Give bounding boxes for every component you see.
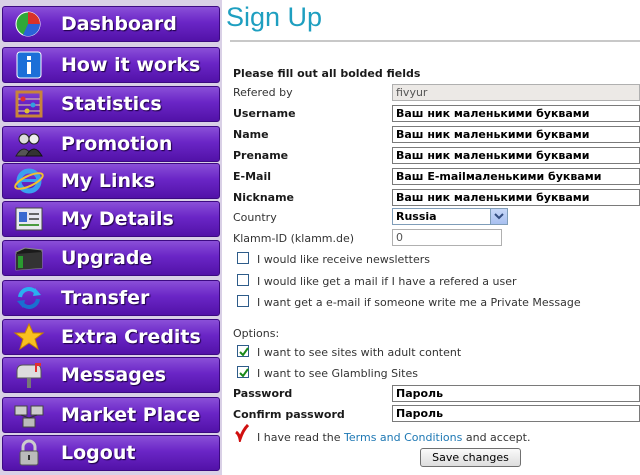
lock-icon	[13, 439, 45, 467]
adult-content-checkbox[interactable]	[237, 345, 249, 357]
adult-content-label: I want to see sites with adult content	[257, 346, 462, 359]
nickname-label: Nickname	[233, 191, 294, 204]
title-divider	[230, 40, 640, 42]
info-icon	[13, 51, 45, 79]
refered-by-field: fivyur	[392, 84, 640, 101]
options-label: Options:	[233, 327, 280, 340]
prename-label: Prename	[233, 149, 289, 162]
country-label: Country	[233, 211, 277, 224]
form-instruction: Please fill out all bolded fields	[233, 67, 421, 80]
star-icon	[13, 322, 45, 351]
sidebar-item-label: Logout	[61, 442, 136, 464]
sidebar-item-statistics[interactable]: Statistics	[2, 86, 220, 122]
pm-mail-label: I want get a e-mail if someone write me …	[257, 296, 581, 309]
sidebar-item-my-details[interactable]: My Details	[2, 201, 220, 237]
terms-suffix: and accept.	[462, 431, 531, 444]
name-field[interactable]: Ваш ник маленькими буквами	[392, 126, 640, 143]
nickname-field[interactable]: Ваш ник маленькими буквами	[392, 189, 640, 206]
sidebar-item-market-place[interactable]: Market Place	[2, 397, 220, 433]
pie-chart-icon	[13, 10, 45, 38]
card-icon	[13, 205, 45, 233]
email-label: E-Mail	[233, 170, 271, 183]
sidebar-item-promotion[interactable]: Promotion	[2, 126, 220, 162]
terms-link[interactable]: Terms and Conditions	[344, 431, 462, 444]
page-title: Sign Up	[226, 2, 323, 32]
sidebar-item-dashboard[interactable]: Dashboard	[2, 6, 220, 42]
sidebar-item-messages[interactable]: Messages	[2, 357, 220, 393]
refresh-icon	[13, 284, 45, 312]
sidebar: Dashboard How it works Statistics Promot…	[0, 0, 222, 475]
sidebar-item-extra-credits[interactable]: Extra Credits	[2, 319, 220, 355]
save-changes-button[interactable]: Save changes	[420, 448, 521, 467]
country-select[interactable]: Russia	[392, 208, 508, 225]
sidebar-item-label: Market Place	[61, 404, 201, 426]
sidebar-item-label: Messages	[61, 364, 167, 386]
referral-mail-checkbox[interactable]	[237, 274, 249, 286]
browser-icon	[13, 167, 45, 195]
sidebar-item-my-links[interactable]: My Links	[2, 163, 220, 199]
sidebar-item-label: Promotion	[61, 133, 173, 155]
sidebar-item-label: Extra Credits	[61, 326, 201, 348]
confirm-password-label: Confirm password	[233, 408, 345, 421]
sidebar-item-label: Dashboard	[61, 13, 177, 35]
required-check-icon	[235, 423, 250, 445]
sidebar-item-label: My Details	[61, 208, 174, 230]
users-icon	[13, 130, 45, 158]
terms-text: I have read the Terms and Conditions and…	[257, 431, 530, 444]
sidebar-item-transfer[interactable]: Transfer	[2, 280, 220, 316]
klamm-id-field[interactable]: 0	[392, 229, 502, 246]
sidebar-item-upgrade[interactable]: Upgrade	[2, 240, 220, 276]
sidebar-item-how-it-works[interactable]: How it works	[2, 47, 220, 83]
sidebar-item-label: Transfer	[61, 287, 150, 309]
password-field[interactable]: Пароль	[392, 385, 640, 402]
folder-icon	[13, 244, 45, 272]
gambling-label: I want to see Glambling Sites	[257, 367, 418, 380]
country-value: Russia	[396, 210, 437, 223]
newsletter-checkbox[interactable]	[237, 252, 249, 264]
username-label: Username	[233, 107, 296, 120]
gambling-checkbox[interactable]	[237, 366, 249, 378]
newsletter-label: I would like receive newsletters	[257, 253, 430, 266]
sidebar-item-label: My Links	[61, 170, 155, 192]
password-label: Password	[233, 387, 293, 400]
abacus-icon	[13, 90, 45, 118]
prename-field[interactable]: Ваш ник маленькими буквами	[392, 147, 640, 164]
referral-mail-label: I would like get a mail if I have a refe…	[257, 275, 517, 288]
sidebar-item-label: Statistics	[61, 93, 162, 115]
confirm-password-field[interactable]: Пароль	[392, 405, 640, 422]
refered-by-label: Refered by	[233, 86, 293, 99]
name-label: Name	[233, 128, 269, 141]
sidebar-item-logout[interactable]: Logout	[2, 435, 220, 471]
email-field[interactable]: Ваш E-mailмаленькими буквами	[392, 168, 640, 185]
sidebar-item-label: How it works	[61, 54, 201, 76]
klamm-id-label: Klamm-ID (klamm.de)	[233, 232, 355, 245]
terms-prefix: I have read the	[257, 431, 345, 444]
pm-mail-checkbox[interactable]	[237, 295, 249, 307]
sidebar-item-label: Upgrade	[61, 247, 153, 269]
username-field[interactable]: Ваш ник маленькими буквами	[392, 105, 640, 122]
network-icon	[13, 401, 45, 429]
mailbox-icon	[13, 361, 45, 389]
chevron-down-icon	[490, 209, 507, 224]
